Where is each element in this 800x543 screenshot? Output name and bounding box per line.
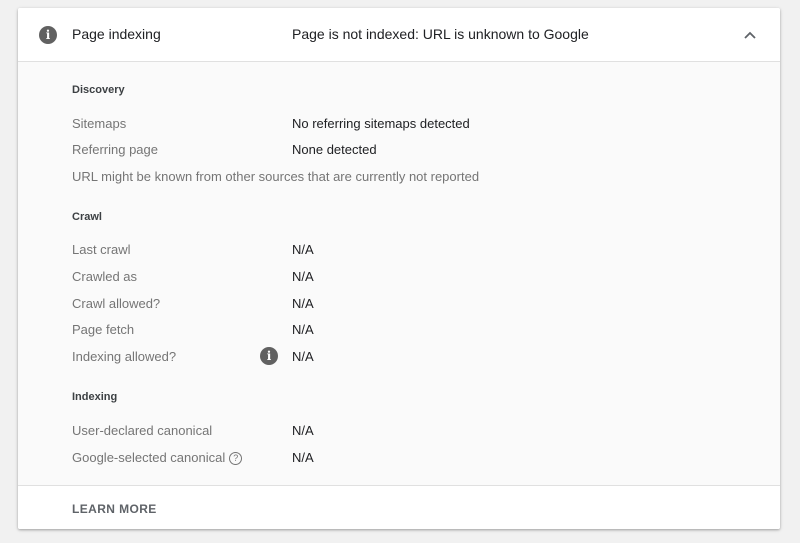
- row-label-crawled-as: Crawled as: [72, 269, 138, 284]
- section-title-indexing: Indexing: [72, 391, 118, 403]
- row-value-last-crawl: N/A: [292, 242, 314, 257]
- row-label-indexing-allowed: Indexing allowed?: [72, 349, 177, 364]
- info-icon: i: [39, 26, 57, 44]
- row-label-sitemaps: Sitemaps: [72, 116, 127, 131]
- learn-more-button[interactable]: LEARN MORE: [72, 502, 157, 516]
- card-title: Page indexing: [72, 26, 161, 42]
- row-value-user-declared-canonical: N/A: [292, 423, 314, 438]
- row-value-sitemaps: No referring sitemaps detected: [292, 116, 470, 131]
- row-value-referring-page: None detected: [292, 142, 377, 157]
- row-label-crawl-allowed: Crawl allowed?: [72, 296, 161, 311]
- row-label-last-crawl: Last crawl: [72, 242, 131, 257]
- chevron-up-icon[interactable]: [740, 26, 760, 44]
- card-header[interactable]: i Page indexing Page is not indexed: URL…: [18, 8, 780, 62]
- row-value-indexing-allowed: N/A: [292, 349, 314, 364]
- card-footer: LEARN MORE: [18, 485, 780, 529]
- row-label-user-declared-canonical: User-declared canonical: [72, 423, 213, 438]
- row-label-referring-page: Referring page: [72, 142, 158, 157]
- page-indexing-card: i Page indexing Page is not indexed: URL…: [18, 8, 780, 529]
- row-value-page-fetch: N/A: [292, 322, 314, 337]
- row-value-crawled-as: N/A: [292, 269, 314, 284]
- info-icon[interactable]: i: [260, 347, 278, 365]
- section-title-crawl: Crawl: [72, 211, 102, 223]
- row-label-google-selected-canonical: Google-selected canonical: [72, 450, 226, 465]
- discovery-note: URL might be known from other sources th…: [72, 169, 480, 184]
- row-google-selected-canonical: Google-selected canonical?: [72, 450, 243, 465]
- help-icon[interactable]: ?: [229, 452, 243, 465]
- section-title-discovery: Discovery: [72, 84, 125, 96]
- row-value-crawl-allowed: N/A: [292, 296, 314, 311]
- row-value-google-selected-canonical: N/A: [292, 450, 314, 465]
- row-label-page-fetch: Page fetch: [72, 322, 135, 337]
- indexing-status: Page is not indexed: URL is unknown to G…: [292, 26, 589, 42]
